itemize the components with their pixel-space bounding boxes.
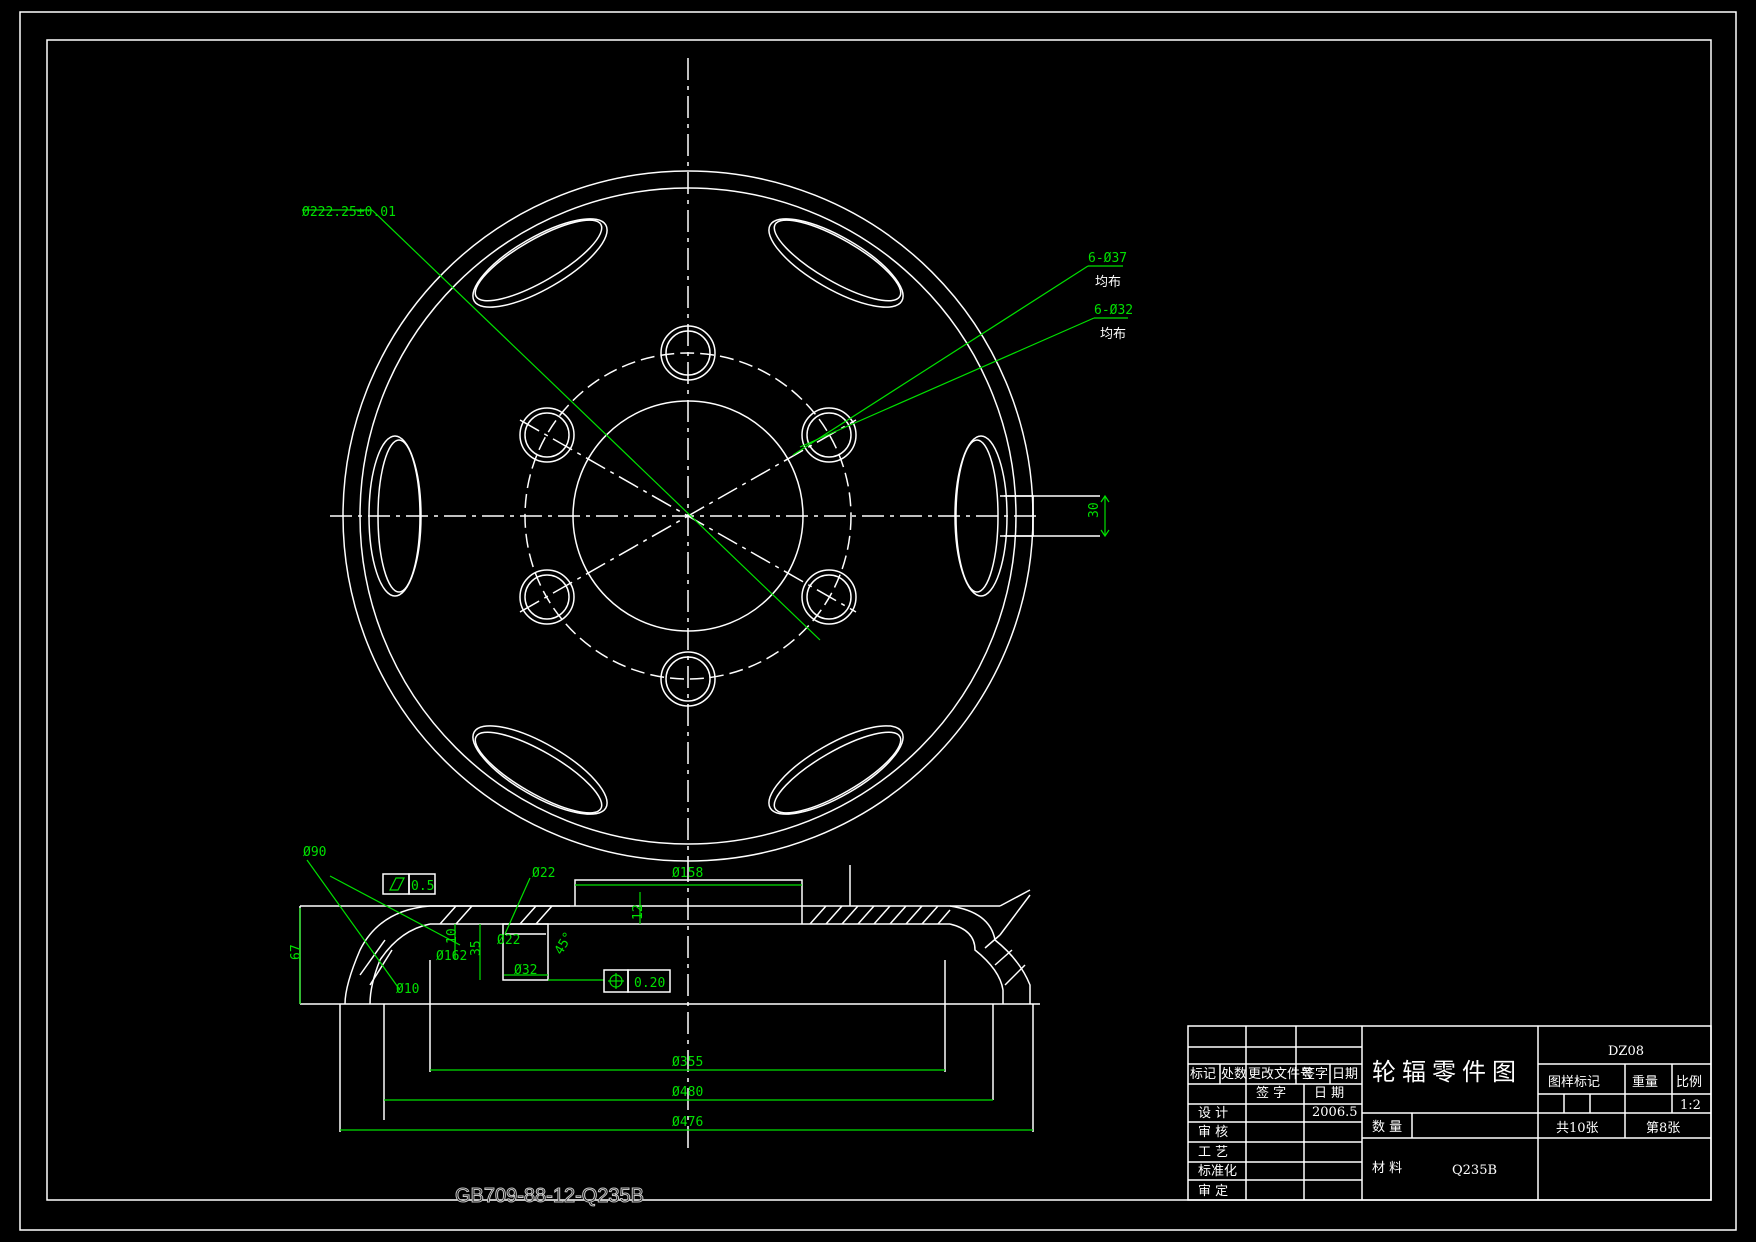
vent-slot-inner [773,731,902,814]
d90-leader [306,859,401,991]
quantity-label: 数 量 [1372,1120,1402,1135]
d22-top-dimension: Ø22 [532,866,555,881]
header-date: 日期 [1332,1067,1358,1082]
header-weight: 重量 [1632,1074,1658,1090]
sheet-number: 第8张 [1646,1121,1680,1136]
d480-dimension: Ø480 [672,1085,703,1100]
d10-small-dimension: Ø10 [396,982,419,997]
d90-dimension: Ø90 [303,845,326,860]
outer-border [19,11,1737,1231]
header-date-2: 日 期 [1314,1086,1344,1101]
total-sheets: 共10张 [1556,1121,1599,1136]
inner-holes-dimension: 6-Ø32 [1094,303,1133,318]
angle-dimension: 45° [552,930,577,958]
row-process: 工 艺 [1198,1145,1228,1160]
section-view [299,859,1040,1150]
inner-holes-note: 均布 [1100,327,1126,342]
outer-holes-leader [792,265,1089,456]
inner-holes-leader [799,317,1095,448]
flatness-value: 0.5 [411,879,434,894]
d12-dimension: 12 [631,904,646,920]
d22-dimension: Ø22 [497,933,520,948]
standard-note: GB709-88-12-Q235B [455,1185,644,1207]
drawing-canvas: Ø222.25±0.01 6-Ø37 均布 6-Ø32 均布 30 Ø90 0.… [19,11,1737,1231]
slot-width-dimension: 30 [1087,502,1102,518]
design-date: 2006.5 [1312,1105,1358,1120]
d355-dimension: Ø355 [672,1055,703,1070]
header-sign: 签字 [1302,1066,1328,1082]
header-scale: 比例 [1676,1075,1702,1090]
right-break-line [999,889,1031,907]
d32-dimension: Ø32 [514,963,537,978]
material-label: 材 料 [1372,1161,1402,1176]
d35-dimension: 35 [469,940,484,956]
outer-holes-note: 均布 [1095,275,1121,290]
pcd-dimension: Ø222.25±0.01 [302,205,396,220]
d162-dimension: Ø162 [436,949,467,964]
drawing-title: 轮辐零件图 [1372,1058,1522,1086]
d67-dimension: 67 [289,944,304,960]
right-flange-outer [949,905,1031,1004]
vent-slot-inner [474,731,603,814]
outer-holes-dimension: 6-Ø37 [1088,251,1127,266]
d158-dimension: Ø158 [672,866,703,881]
position-tolerance: 0.20 [634,976,665,991]
row-design: 设 计 [1198,1106,1228,1121]
header-count: 处数 [1221,1067,1247,1082]
row-approve: 审 定 [1198,1184,1228,1199]
drawing-number: DZ08 [1608,1044,1644,1059]
header-stage-mark: 图样标记 [1548,1075,1600,1090]
front-view [302,58,1128,862]
scale-value: 1:2 [1680,1098,1701,1113]
flatness-frame-symbol [382,873,410,895]
header-sign-2: 签 字 [1256,1085,1286,1101]
d476-dimension: Ø476 [672,1115,703,1130]
pcd-leader [371,209,821,641]
vent-slot-inner [773,219,902,302]
row-check: 审 核 [1198,1125,1228,1140]
d10-dimension: 10 [445,928,460,944]
section-hatching [359,905,1026,986]
row-standard: 标准化 [1198,1164,1237,1179]
d162-leader [329,875,461,946]
header-mark: 标记 [1190,1067,1216,1082]
material-value: Q235B [1452,1163,1497,1178]
vent-slot-inner [474,219,603,302]
right-break-line-2 [999,894,1031,936]
flatness-icon [389,877,405,891]
